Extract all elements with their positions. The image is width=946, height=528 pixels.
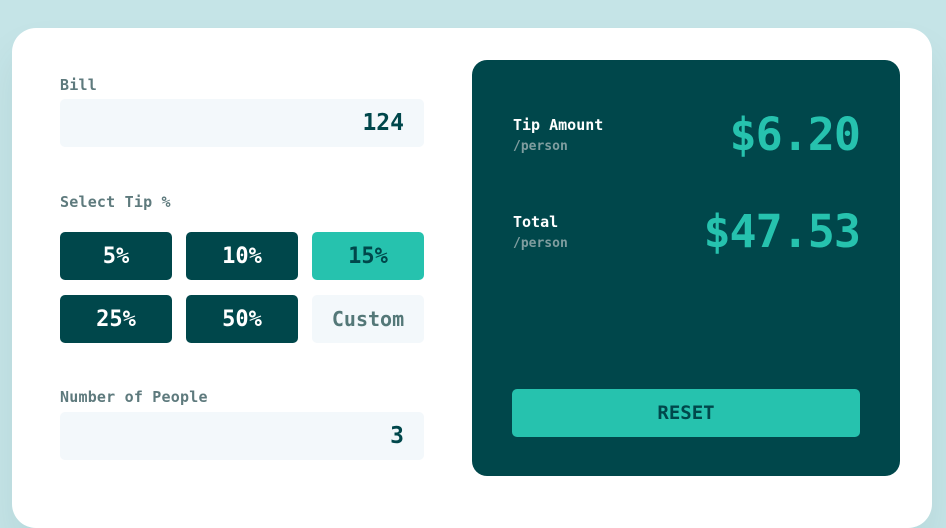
tip-amount-title: Tip Amount <box>513 116 604 134</box>
tip-button-label: 10% <box>222 243 262 269</box>
tip-button-5[interactable]: 5% <box>60 232 172 280</box>
tip-button-50[interactable]: 50% <box>186 295 298 343</box>
tip-button-label: 25% <box>96 306 136 332</box>
tip-button-label: 15% <box>348 243 388 269</box>
bill-label: Bill <box>60 76 97 94</box>
tip-amount-subtitle: /person <box>513 139 568 154</box>
bill-input[interactable]: 124 <box>60 99 424 147</box>
people-input[interactable]: 3 <box>60 412 424 460</box>
reset-button[interactable]: RESET <box>512 389 860 437</box>
custom-tip-placeholder: Custom <box>331 307 405 331</box>
select-tip-label: Select Tip % <box>60 193 171 211</box>
tip-button-15[interactable]: 15% <box>312 232 424 280</box>
people-value: 3 <box>390 423 404 449</box>
bill-value: 124 <box>362 110 404 136</box>
tip-button-25[interactable]: 25% <box>60 295 172 343</box>
tip-button-10[interactable]: 10% <box>186 232 298 280</box>
people-label: Number of People <box>60 388 208 406</box>
total-subtitle: /person <box>513 236 568 251</box>
reset-button-label: RESET <box>657 402 715 424</box>
total-title: Total <box>513 213 559 231</box>
tip-button-label: 5% <box>102 243 130 269</box>
results-panel: Tip Amount /person $6.20 Total /person $… <box>472 60 900 476</box>
tip-amount-value: $6.20 <box>729 108 861 161</box>
total-value: $47.53 <box>703 205 861 258</box>
tip-button-label: 50% <box>222 306 262 332</box>
custom-tip-input[interactable]: Custom <box>312 295 424 343</box>
